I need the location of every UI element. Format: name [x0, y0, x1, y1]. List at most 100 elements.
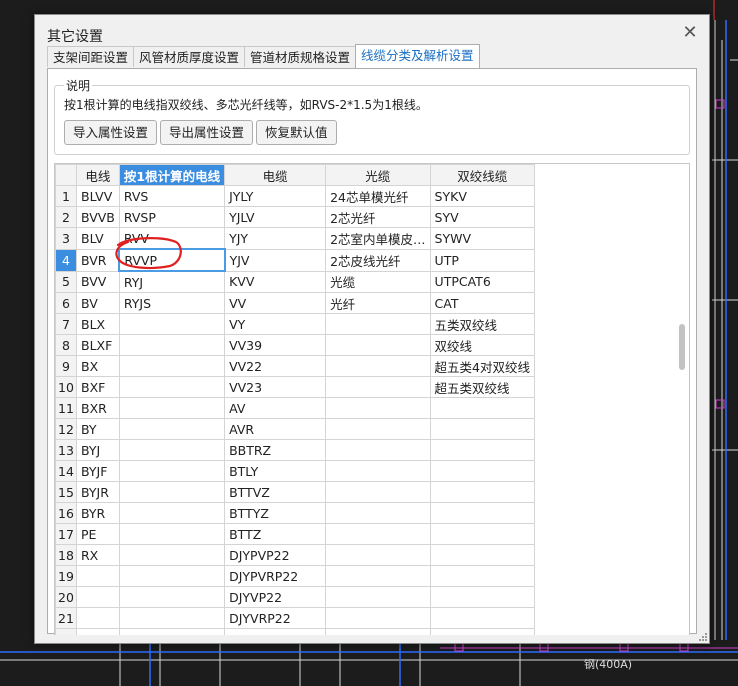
table-row[interactable]: 22 HBYV [55, 628, 536, 635]
cell-twisted-pair[interactable] [429, 439, 536, 461]
cell-wire[interactable]: BV [76, 292, 120, 314]
cell-optical-cable[interactable]: 24芯单模光纤 [325, 185, 431, 207]
table-row[interactable]: 18 RX DJYPVP22 [55, 544, 536, 566]
cell-twisted-pair[interactable] [429, 565, 536, 587]
table-row[interactable]: 7 BLX VY 五类双绞线 [55, 313, 536, 335]
row-number[interactable]: 17 [55, 523, 77, 545]
cell-optical-cable[interactable] [325, 502, 431, 524]
cell-single-count-wire[interactable]: RVVP [118, 248, 226, 272]
row-number[interactable]: 16 [55, 502, 77, 524]
cell-single-count-wire[interactable] [118, 376, 226, 398]
table-row[interactable]: 16 BYR BTTYZ [55, 502, 536, 524]
table-row[interactable]: 6 BV RYJS VV 光纤 CAT [55, 292, 536, 314]
cell-wire[interactable]: BLV [76, 227, 120, 250]
col-header-single-count-wire[interactable]: 按1根计算的电线 [118, 164, 226, 186]
cell-wire[interactable]: BVV [76, 270, 120, 293]
cell-twisted-pair[interactable]: UTPCAT6 [429, 270, 536, 293]
cell-wire[interactable]: BYR [76, 502, 120, 524]
cell-cable[interactable]: BTTZ [224, 523, 327, 545]
cell-single-count-wire[interactable] [118, 481, 226, 503]
cell-twisted-pair[interactable] [429, 418, 536, 440]
cell-cable[interactable]: VV39 [224, 334, 327, 356]
resize-grip-icon[interactable] [696, 630, 708, 642]
cell-wire[interactable]: BYJ [76, 439, 120, 461]
table-row[interactable]: 14 BYJF BTLY [55, 460, 536, 482]
cell-optical-cable[interactable] [325, 460, 431, 482]
table-row[interactable]: 11 BXR AV [55, 397, 536, 419]
cell-wire[interactable]: BLVV [76, 185, 120, 207]
cell-optical-cable[interactable]: 2芯室内单模皮… [325, 227, 431, 250]
row-number[interactable]: 12 [55, 418, 77, 440]
row-number[interactable]: 3 [55, 227, 77, 250]
table-row[interactable]: 1 BLVV RVS JYLY 24芯单模光纤 SYKV [55, 185, 536, 207]
cell-single-count-wire[interactable]: RYJ [118, 270, 226, 293]
col-header-twisted-pair[interactable]: 双绞线缆 [429, 164, 536, 186]
cell-single-count-wire[interactable] [118, 628, 226, 635]
row-number[interactable]: 7 [55, 313, 77, 335]
cell-twisted-pair[interactable] [429, 586, 536, 608]
col-header-cable[interactable]: 电缆 [224, 164, 327, 186]
table-row[interactable]: 17 PE BTTZ [55, 523, 536, 545]
cell-single-count-wire[interactable] [118, 607, 226, 629]
cell-optical-cable[interactable] [325, 628, 431, 635]
cell-optical-cable[interactable] [325, 544, 431, 566]
row-number[interactable]: 5 [55, 270, 77, 293]
table-row[interactable]: 13 BYJ BBTRZ [55, 439, 536, 461]
cell-optical-cable[interactable]: 光纤 [325, 292, 431, 314]
table-row[interactable]: 3 BLV RVV YJY 2芯室内单模皮… SYWV [55, 227, 536, 250]
cell-single-count-wire[interactable]: RVSP [118, 206, 226, 228]
row-number[interactable]: 1 [55, 185, 77, 207]
cell-cable[interactable]: HBYV [224, 628, 327, 635]
row-number[interactable]: 2 [55, 206, 77, 228]
table-row[interactable]: 19 DJYPVRP22 [55, 565, 536, 587]
row-number[interactable]: 9 [55, 355, 77, 377]
cell-optical-cable[interactable] [325, 334, 431, 356]
tab-cable-classification[interactable]: 线缆分类及解析设置 [355, 44, 480, 68]
cell-wire[interactable]: BXF [76, 376, 120, 398]
row-number[interactable]: 6 [55, 292, 77, 314]
row-number[interactable]: 15 [55, 481, 77, 503]
table-row[interactable]: 15 BYJR BTTVZ [55, 481, 536, 503]
cell-twisted-pair[interactable]: SYWV [429, 227, 536, 250]
corner-header[interactable] [55, 164, 77, 186]
cell-wire[interactable]: BVVB [76, 206, 120, 228]
cell-twisted-pair[interactable] [429, 460, 536, 482]
col-header-wire[interactable]: 电线 [76, 164, 120, 186]
cell-cable[interactable]: DJYPVP22 [224, 544, 327, 566]
cell-single-count-wire[interactable]: RVV [118, 227, 226, 250]
cell-twisted-pair[interactable]: 五类双绞线 [429, 313, 536, 335]
cell-cable[interactable]: VV23 [224, 376, 327, 398]
cell-single-count-wire[interactable] [118, 523, 226, 545]
cell-twisted-pair[interactable] [429, 544, 536, 566]
cell-twisted-pair[interactable]: 双绞线 [429, 334, 536, 356]
row-number[interactable]: 22 [55, 628, 77, 635]
table-row[interactable]: 8 BLXF VV39 双绞线 [55, 334, 536, 356]
cell-twisted-pair[interactable]: UTP [429, 248, 536, 272]
cell-optical-cable[interactable] [325, 376, 431, 398]
cell-optical-cable[interactable] [325, 439, 431, 461]
row-number[interactable]: 11 [55, 397, 77, 419]
cell-cable[interactable]: JYLY [224, 185, 327, 207]
table-row[interactable]: 10 BXF VV23 超五类双绞线 [55, 376, 536, 398]
cell-cable[interactable]: BBTRZ [224, 439, 327, 461]
cell-twisted-pair[interactable] [429, 481, 536, 503]
cell-single-count-wire[interactable] [118, 334, 226, 356]
cell-optical-cable[interactable] [325, 586, 431, 608]
cell-optical-cable[interactable] [325, 565, 431, 587]
table-row[interactable]: 4 BVR RVVP YJV 2芯皮线光纤 UTP [55, 248, 536, 272]
cell-wire[interactable] [76, 565, 120, 587]
row-number[interactable]: 10 [55, 376, 77, 398]
cell-wire[interactable]: RX [76, 544, 120, 566]
cell-cable[interactable]: BTLY [224, 460, 327, 482]
row-number[interactable]: 4 [55, 248, 77, 272]
row-number[interactable]: 14 [55, 460, 77, 482]
cell-cable[interactable]: KVV [224, 270, 327, 293]
cell-twisted-pair[interactable] [429, 523, 536, 545]
row-number[interactable]: 21 [55, 607, 77, 629]
cell-cable[interactable]: AV [224, 397, 327, 419]
row-number[interactable]: 19 [55, 565, 77, 587]
cell-wire[interactable]: BX [76, 355, 120, 377]
cell-cable[interactable]: YJY [224, 227, 327, 250]
cell-cable[interactable]: VV22 [224, 355, 327, 377]
cell-wire[interactable]: BYJR [76, 481, 120, 503]
